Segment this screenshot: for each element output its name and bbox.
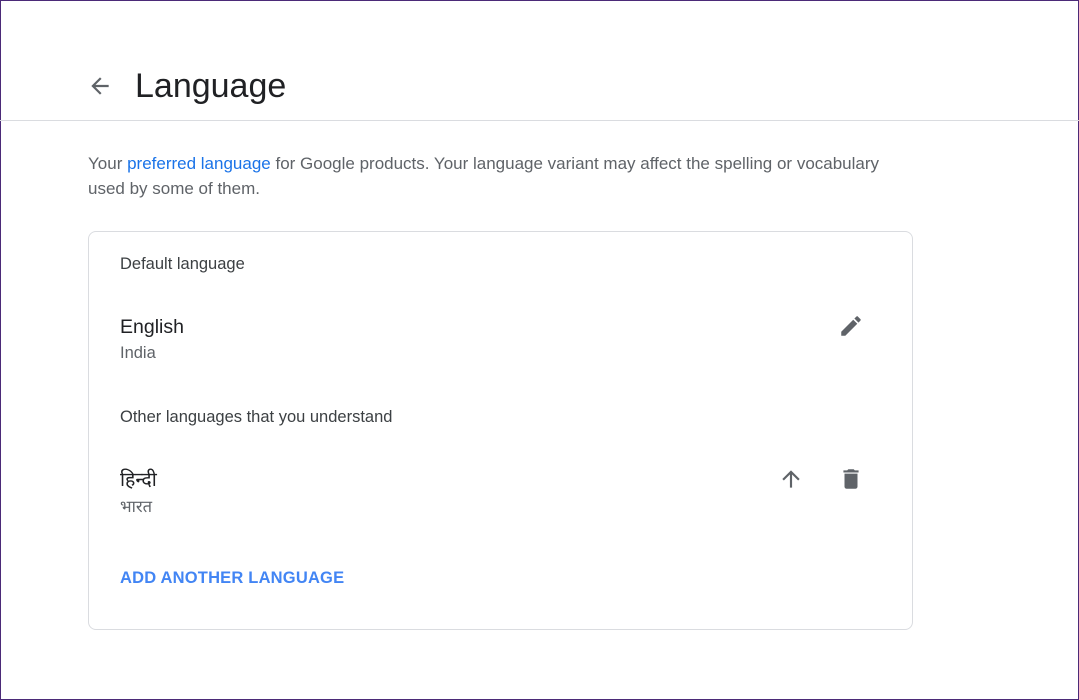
page-header: Language xyxy=(0,0,1079,121)
edit-language-button[interactable] xyxy=(833,308,869,344)
back-button[interactable] xyxy=(84,70,116,102)
pencil-icon xyxy=(841,316,861,336)
arrow-up-icon xyxy=(782,470,800,488)
default-language-name: English xyxy=(120,316,184,338)
add-another-language-button[interactable]: ADD ANOTHER LANGUAGE xyxy=(120,569,344,588)
delete-language-button[interactable] xyxy=(833,461,869,497)
move-up-button[interactable] xyxy=(773,461,809,497)
other-language-name: हिन्दी xyxy=(120,469,157,491)
default-language-heading: Default language xyxy=(120,255,245,273)
intro-prefix: Your xyxy=(88,154,128,173)
page-title: Language xyxy=(135,67,287,105)
trash-icon xyxy=(843,469,859,489)
preferred-language-link[interactable]: preferred language xyxy=(127,154,271,173)
arrow-left-icon xyxy=(91,77,109,95)
other-language-region: भारत xyxy=(120,498,153,516)
default-language-region: India xyxy=(120,344,156,362)
other-languages-heading: Other languages that you understand xyxy=(120,408,393,426)
language-card: Default language English India Other lan… xyxy=(88,231,913,630)
intro-text: Your preferred language for Google produ… xyxy=(88,151,918,201)
